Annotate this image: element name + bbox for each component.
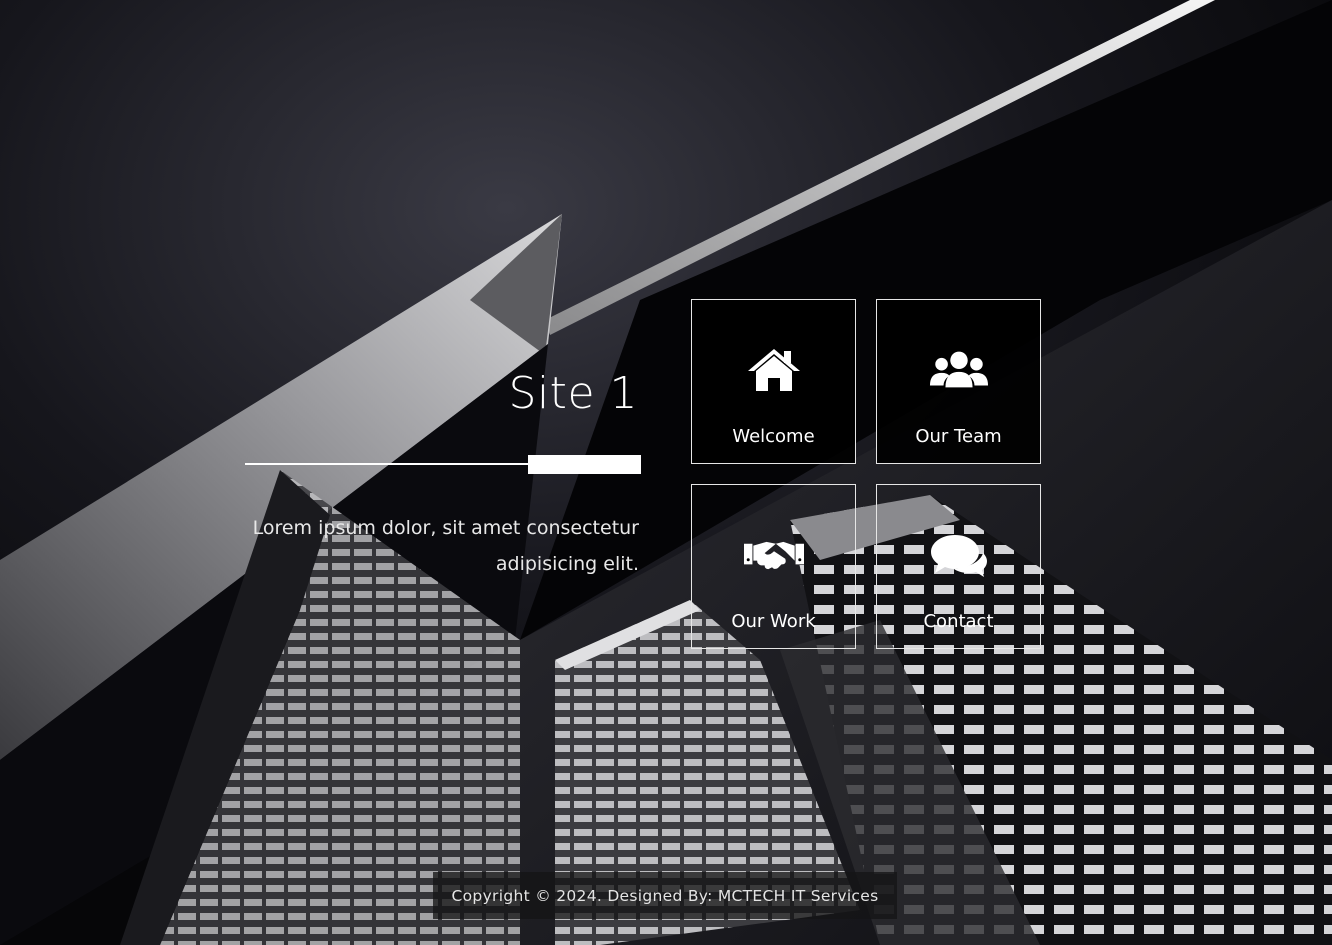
tile-our-work[interactable]: Our Work — [691, 484, 856, 649]
page-title: Site 1 — [508, 368, 638, 419]
tile-label: Welcome — [732, 426, 815, 447]
users-icon — [929, 346, 989, 394]
hero-description: Lorem ipsum dolor, sit amet consectetur … — [252, 517, 639, 575]
footer-copyright: Copyright © 2024. Designed By: MCTECH IT… — [451, 886, 879, 905]
tile-label: Our Work — [731, 611, 816, 632]
tile-welcome[interactable]: Welcome — [691, 299, 856, 464]
footer: Copyright © 2024. Designed By: MCTECH IT… — [433, 872, 897, 919]
home-icon — [744, 346, 804, 394]
background-image — [0, 0, 1332, 945]
tile-label: Our Team — [915, 426, 1002, 447]
title-divider-line — [245, 463, 535, 465]
tile-contact[interactable]: Contact — [876, 484, 1041, 649]
handshake-icon — [743, 531, 804, 579]
tile-our-team[interactable]: Our Team — [876, 299, 1041, 464]
tile-label: Contact — [923, 611, 994, 632]
title-divider-bar — [528, 455, 641, 474]
comments-icon — [929, 531, 989, 579]
